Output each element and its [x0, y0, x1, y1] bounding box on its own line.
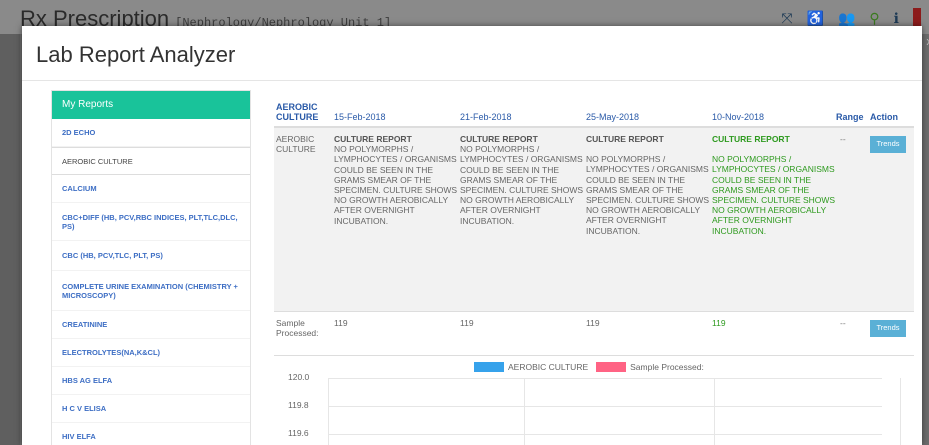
users-icon[interactable]: 👥 [838, 10, 855, 27]
result-body: NO POLYMORPHS / LYMPHOCYTES / ORGANISMS … [712, 154, 836, 236]
result-cell: CULTURE REPORT NO POLYMORPHS / LYMPHOCYT… [458, 128, 584, 311]
sidebar-item-electrolytes[interactable]: ELECTROLYTES(NA,K&CL) [52, 339, 250, 367]
row-test-name: AEROBIC CULTURE [276, 134, 316, 155]
grid-line [714, 378, 715, 445]
sidebar-item-hcv[interactable]: H C V ELISA [52, 395, 250, 423]
result-body: NO POLYMORPHS / LYMPHOCYTES / ORGANISMS … [460, 144, 584, 226]
result-cell: CULTURE REPORT NO POLYMORPHS / LYMPHOCYT… [332, 128, 458, 311]
sidebar-item-cbc-diff[interactable]: CBC+DIFF (HB, PCV,RBC INDICES, PLT,TLC,D… [52, 203, 250, 241]
chart-legend: AEROBIC CULTURE Sample Processed: [474, 362, 708, 372]
y-tick-label: 119.8 [288, 400, 309, 410]
trend-chart: AEROBIC CULTURE Sample Processed: 120.0 … [274, 356, 914, 445]
reports-sidebar: My Reports 2D ECHO AEROBIC CULTURE CALCI… [51, 90, 251, 445]
result-body: NO POLYMORPHS / LYMPHOCYTES / ORGANISMS … [334, 144, 458, 226]
column-header-range: Range [836, 112, 864, 122]
modal-divider [22, 80, 922, 81]
grid-line [328, 406, 882, 407]
sidebar-item-hiv[interactable]: HIV ELFA [52, 423, 250, 445]
sidebar-item-urine-exam[interactable]: COMPLETE URINE EXAMINATION (CHEMISTRY + … [52, 271, 250, 311]
background-sidebar [0, 34, 20, 445]
action-cell: Trends [870, 128, 914, 311]
column-header-date: 21-Feb-2018 [460, 112, 512, 122]
sidebar-item-aerobic-culture[interactable]: AEROBIC CULTURE [52, 147, 250, 175]
legend-item[interactable]: AEROBIC CULTURE [474, 362, 588, 372]
result-cell: 119 [334, 318, 348, 328]
sidebar-item-2d-echo[interactable]: 2D ECHO [52, 119, 250, 147]
result-heading: CULTURE REPORT [586, 134, 664, 144]
result-cell-latest: 119 [712, 318, 726, 328]
report-table: AEROBIC CULTURE 15-Feb-2018 21-Feb-2018 … [274, 86, 914, 356]
result-cell: 119 [586, 318, 600, 328]
info-icon[interactable]: ℹ [894, 10, 899, 27]
column-header-action: Action [870, 112, 898, 122]
legend-label: AEROBIC CULTURE [508, 362, 589, 372]
alert-marker-icon [913, 8, 921, 28]
grid-line [328, 434, 882, 435]
sidebar-item-cbc[interactable]: CBC (HB, PCV,TLC, PLT, PS) [52, 241, 250, 271]
column-header-date: 10-Nov-2018 [712, 112, 765, 122]
collapse-icon[interactable]: ⤧ [781, 10, 792, 27]
result-body: NO POLYMORPHS / LYMPHOCYTES / ORGANISMS … [586, 154, 710, 236]
column-header-date: 25-May-2018 [586, 112, 640, 122]
table-header: AEROBIC CULTURE 15-Feb-2018 21-Feb-2018 … [274, 86, 914, 128]
trends-button[interactable]: Trends [870, 320, 906, 337]
column-header-test: AEROBIC CULTURE [276, 102, 319, 122]
sidebar-item-hbs-ag[interactable]: HBS AG ELFA [52, 367, 250, 395]
result-cell: 119 [460, 318, 474, 328]
lab-report-modal: Lab Report Analyzer x My Reports 2D ECHO… [22, 26, 929, 445]
y-tick-label: 119.6 [288, 428, 309, 438]
grid-line [328, 378, 882, 379]
y-tick-label: 120.0 [288, 372, 310, 382]
result-heading: CULTURE REPORT [334, 134, 412, 144]
header-icons: ⤧ ♿ 👥 ⚲ ℹ [781, 8, 921, 28]
range-value: -- [840, 134, 846, 144]
accessibility-icon[interactable]: ♿ [807, 10, 824, 27]
legend-item[interactable]: Sample Processed: [596, 362, 704, 372]
range-value: -- [840, 318, 846, 328]
sidebar-item-creatinine[interactable]: CREATININE [52, 311, 250, 339]
modal-title: Lab Report Analyzer [36, 42, 236, 67]
grid-line [900, 378, 901, 445]
result-heading: CULTURE REPORT [460, 134, 538, 144]
table-row: Sample Processed: 119 119 119 119 -- Tre… [274, 312, 914, 356]
row-test-name: Sample Processed: [276, 318, 319, 339]
table-row: AEROBIC CULTURE CULTURE REPORT NO POLYMO… [274, 128, 914, 312]
grid-line [328, 378, 329, 445]
result-cell: CULTURE REPORT NO POLYMORPHS / LYMPHOCYT… [584, 128, 710, 311]
action-cell: Trends [870, 312, 914, 355]
search-icon[interactable]: ⚲ [869, 10, 879, 27]
legend-swatch [474, 362, 504, 372]
legend-label: Sample Processed: [630, 362, 704, 372]
trends-button[interactable]: Trends [870, 136, 906, 153]
sidebar-item-calcium[interactable]: CALCIUM [52, 175, 250, 203]
result-heading: CULTURE REPORT [712, 134, 790, 144]
column-header-date: 15-Feb-2018 [334, 112, 386, 122]
grid-line [524, 378, 525, 445]
my-reports-header[interactable]: My Reports [52, 91, 250, 119]
legend-swatch [596, 362, 627, 372]
result-cell-latest: CULTURE REPORT NO POLYMORPHS / LYMPHOCYT… [710, 128, 836, 311]
